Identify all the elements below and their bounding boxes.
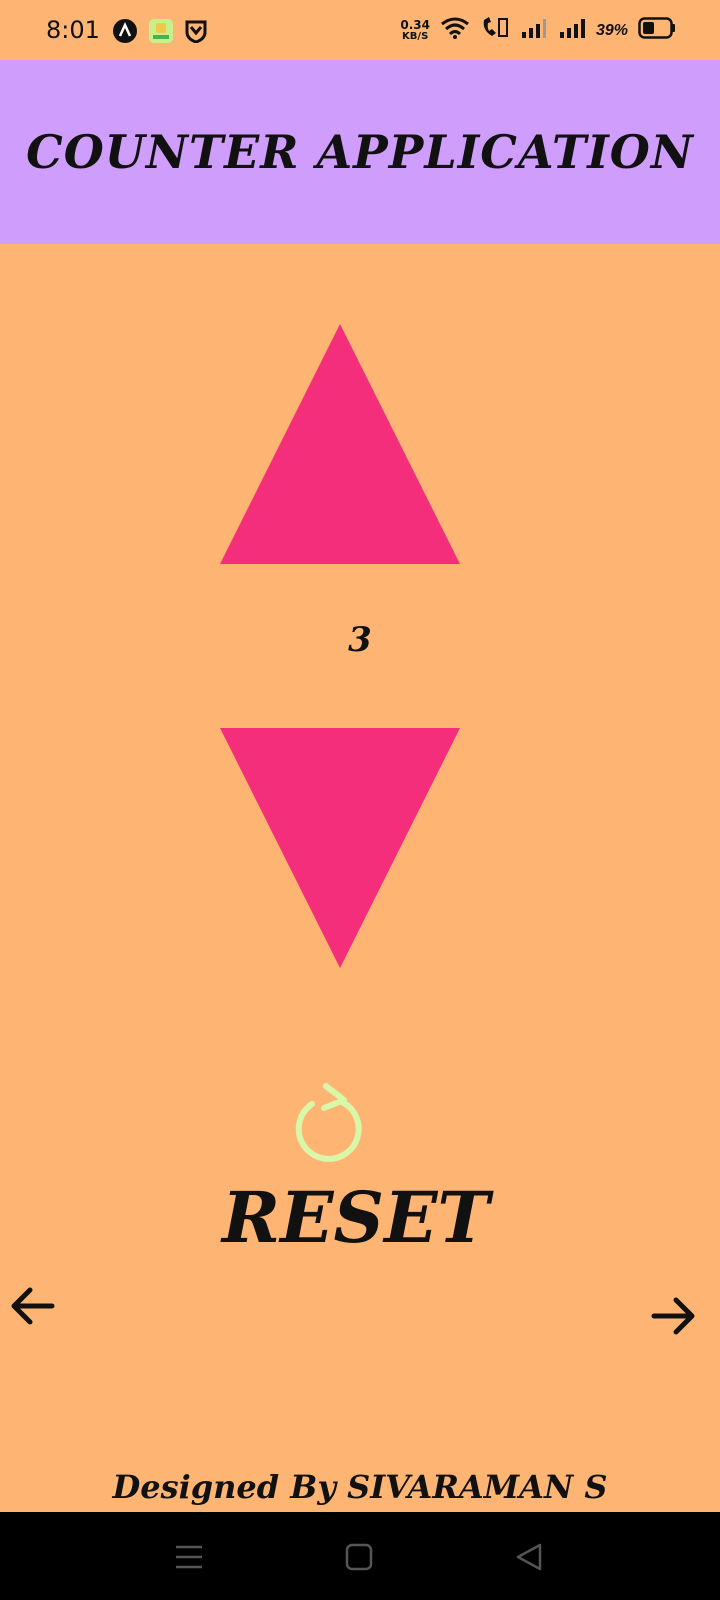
menu-button[interactable] (172, 1540, 206, 1574)
system-icons: 0.34 KB/S 39% (400, 16, 676, 45)
footer-credit: Designed By SIVARAMAN S (112, 1468, 608, 1506)
triangle-down-icon (220, 728, 460, 968)
app-a-icon (112, 18, 138, 49)
prev-button[interactable] (8, 1282, 56, 1330)
decrement-button[interactable] (220, 728, 460, 968)
signal-icon (520, 16, 548, 45)
network-speed-unit: KB/S (402, 30, 429, 42)
home-icon (345, 1543, 373, 1571)
battery-icon (638, 17, 676, 44)
system-nav-bar (0, 1512, 720, 1600)
shield-icon (184, 19, 208, 48)
next-button[interactable] (650, 1292, 698, 1340)
battery-percent: 39% (595, 21, 628, 39)
status-time: 8:01 (46, 16, 100, 44)
home-button[interactable] (342, 1540, 376, 1574)
menu-icon (176, 1545, 202, 1569)
back-button[interactable] (512, 1540, 546, 1574)
arrow-right-icon (651, 1297, 695, 1335)
app-tile-icon (148, 18, 174, 49)
network-speed: 0.34 KB/S (400, 19, 430, 43)
arrow-left-icon (11, 1287, 55, 1325)
wifi-icon (440, 16, 470, 45)
notification-icons (112, 18, 208, 49)
increment-button[interactable] (220, 324, 460, 564)
refresh-icon (295, 1083, 362, 1162)
volte-icon (480, 16, 510, 45)
app-header: COUNTER APPLICATION (0, 60, 720, 244)
signal-icon (558, 16, 586, 45)
triangle-up-icon (220, 324, 460, 564)
back-icon (516, 1543, 542, 1571)
reset-button[interactable]: RESET (222, 1178, 490, 1258)
network-speed-value: 0.34 (400, 17, 430, 32)
counter-value: 3 (348, 620, 372, 660)
page-title: COUNTER APPLICATION (26, 125, 694, 179)
reset-icon-button[interactable] (290, 1082, 366, 1162)
status-bar: 8:01 0.34 KB/S 39% (0, 0, 720, 60)
